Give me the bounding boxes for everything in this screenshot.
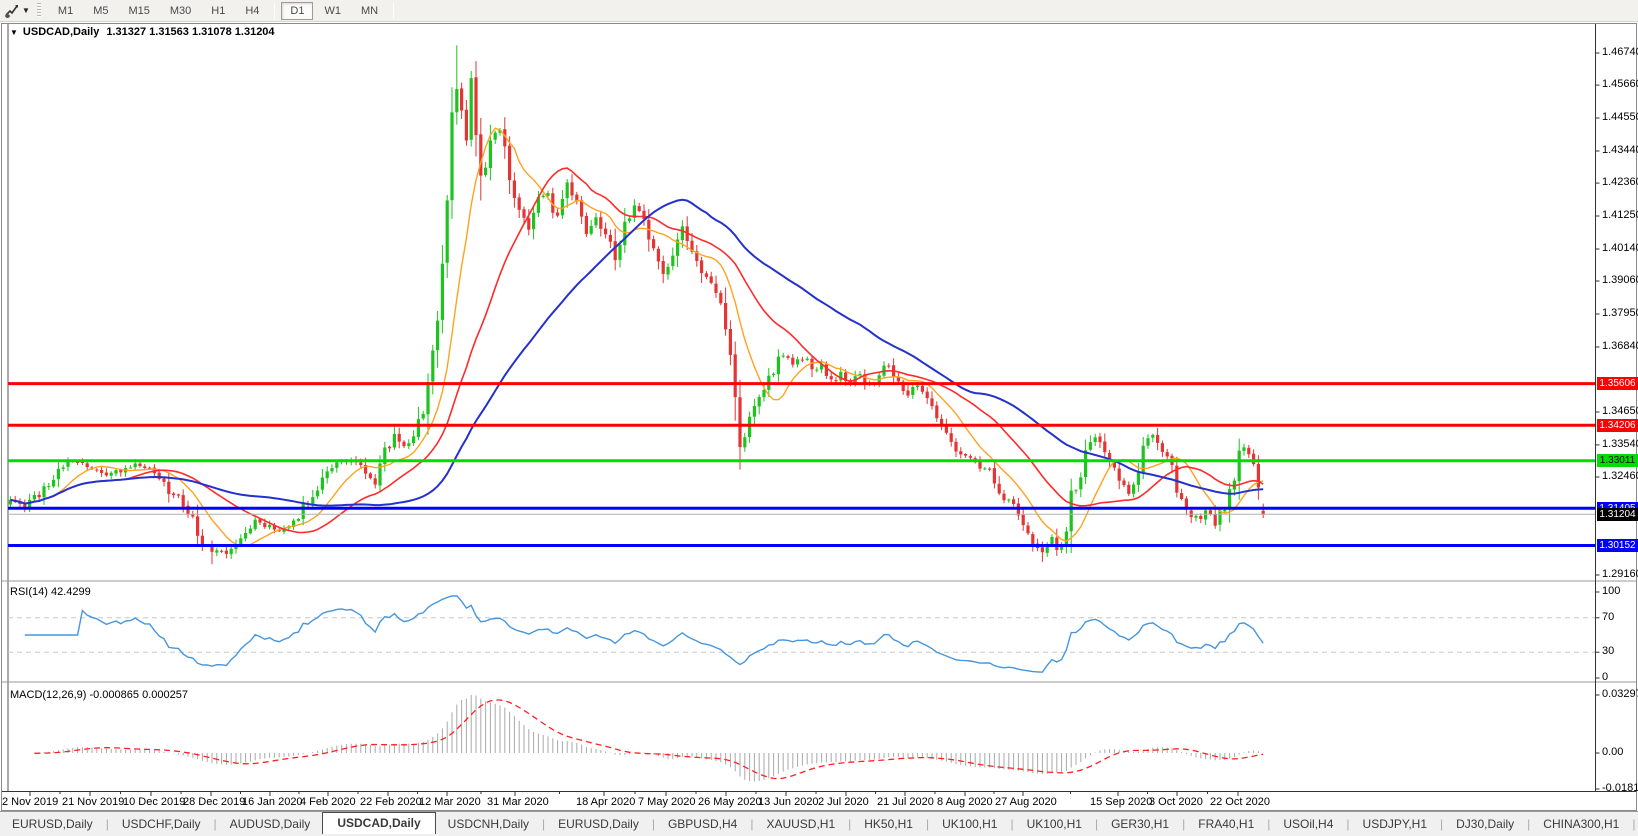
chart-tab-usdcad-daily[interactable]: USDCAD,Daily	[322, 812, 436, 834]
price-level-badge-1.33011: 1.33011	[1597, 454, 1638, 468]
date-tick-label: 2 Jul 2020	[818, 796, 869, 808]
price-tick-label: 1.29160	[1602, 568, 1638, 580]
date-tick-label: 4 Feb 2020	[300, 796, 356, 808]
price-tick-label: 1.37950	[1602, 307, 1638, 319]
dropdown-arrow-icon[interactable]: ▼	[22, 6, 30, 15]
price-tick-label: 1.40140	[1602, 241, 1638, 254]
collapse-arrow-icon[interactable]: ▼	[10, 28, 18, 37]
chart-tab-china300-h1[interactable]: CHINA300,H1	[1531, 815, 1631, 833]
date-tick-label: 18 Apr 2020	[576, 796, 636, 808]
chart-tab-usdjpy-h1[interactable]: USDJPY,H1	[1351, 815, 1439, 833]
date-tick-label: 27 Aug 2020	[995, 796, 1057, 808]
pointer-tool-icon[interactable]	[0, 3, 21, 18]
chart-tab-usdcnh-daily[interactable]: USDCNH,Daily	[436, 815, 541, 833]
price-tick-label: 1.33540	[1602, 437, 1638, 450]
mt4-window: ▼ M1 M5 M15 M30 H1 H4 D1 W1 MN ▼ USDCAD,Daily 1.…	[0, 0, 1638, 836]
price-tick-label: 1.32460	[1602, 470, 1638, 482]
toolbar-grip[interactable]	[36, 3, 41, 18]
timeframe-button-d1[interactable]: D1	[281, 1, 314, 20]
price-tick-label: 1.36840	[1602, 339, 1638, 352]
date-tick-label: 22 Oct 2020	[1210, 796, 1270, 808]
price-tick-label: 1.44550	[1602, 111, 1638, 124]
date-tick-label: 16 Jan 2020	[242, 796, 303, 808]
symbol-header: ▼ USDCAD,Daily 1.31327 1.31563 1.31078 1…	[10, 26, 275, 38]
rsi-label: RSI(14) 42.4299	[10, 586, 91, 598]
chart-tab-audusd-daily[interactable]: AUDUSD,Daily	[218, 815, 323, 833]
chart-tab-dj30-daily[interactable]: DJ30,Daily	[1444, 815, 1526, 833]
date-tick-label: 21 Jul 2020	[877, 796, 934, 808]
macd-tick-label: -0.018154	[1602, 782, 1638, 794]
chart-tab-xauusd-h1[interactable]: XAUUSD,H1	[754, 815, 847, 833]
rsi-tick-label: 30	[1602, 645, 1615, 658]
chart-tab-ger30-h1[interactable]: GER30,H1	[1099, 815, 1181, 833]
toolbar-separator	[274, 2, 276, 19]
rsi-tick-label: 100	[1602, 585, 1621, 597]
price-tick-label: 1.45660	[1602, 78, 1638, 91]
chart-tab-uk100-h1[interactable]: UK100,H1	[930, 815, 1009, 833]
timeframe-button-h4[interactable]: H4	[236, 2, 268, 20]
date-tick-label: 10 Dec 2019	[123, 796, 186, 808]
chart-tab-eurusd-daily[interactable]: EURUSD,Daily	[546, 815, 651, 833]
macd-tick-label: 0.00	[1602, 746, 1624, 758]
price-level-badge-1.35606: 1.35606	[1597, 377, 1638, 391]
chart-area[interactable]	[1, 23, 1637, 811]
rsi-tick-label: 70	[1602, 610, 1615, 623]
timeframe-button-m15[interactable]: M15	[119, 2, 158, 20]
timeframe-button-mn[interactable]: MN	[352, 2, 387, 20]
date-tick-label: 31 Mar 2020	[487, 796, 549, 808]
current-price-badge: 1.31204	[1597, 507, 1638, 521]
price-tick-label: 1.46740	[1602, 46, 1638, 58]
price-level-badge-1.34206: 1.34206	[1597, 418, 1638, 432]
symbol-name: USDCAD,Daily	[22, 26, 100, 38]
macd-tick-label: 0.032972	[1602, 688, 1638, 700]
timeframe-button-m30[interactable]: M30	[161, 2, 200, 20]
symbol-tabbar: EURUSD,Daily | USDCHF,Daily | AUDUSD,Daily US…	[0, 811, 1638, 836]
price-tick-label: 1.34650	[1602, 404, 1638, 417]
chart-tab-hk50-h1[interactable]: HK50,H1	[852, 815, 925, 833]
chart-tab-eurusd-daily[interactable]: EURUSD,Daily	[0, 815, 105, 833]
chart-tab-fra40-h1[interactable]: FRA40,H1	[1186, 815, 1266, 833]
date-tick-label: 26 May 2020	[698, 796, 762, 808]
date-tick-label: 7 May 2020	[638, 796, 696, 808]
macd-label: MACD(12,26,9) -0.000865 0.000257	[10, 689, 188, 701]
date-tick-label: 15 Sep 2020	[1090, 796, 1153, 808]
chart-tab-uk100-h1[interactable]: UK100,H1	[1015, 815, 1094, 833]
price-tick-label: 1.43440	[1602, 143, 1638, 156]
date-tick-label: 3 Oct 2020	[1149, 796, 1203, 808]
date-tick-label: 28 Dec 2019	[183, 796, 246, 808]
timeframe-button-m1[interactable]: M1	[49, 2, 82, 20]
date-tick-label: 2 Nov 2019	[2, 796, 59, 808]
date-tick-label: 21 Nov 2019	[62, 796, 125, 808]
price-tick-label: 1.39060	[1602, 274, 1638, 287]
timeframe-button-m5[interactable]: M5	[84, 2, 117, 20]
chart-tab-usdchf-daily[interactable]: USDCHF,Daily	[110, 815, 213, 833]
price-level-badge-1.30152: 1.30152	[1597, 539, 1638, 553]
price-tick-label: 1.41250	[1602, 209, 1638, 221]
chart-tab-gbpusd-h4[interactable]: GBPUSD,H4	[656, 815, 749, 833]
ohlc-values: 1.31327 1.31563 1.31078 1.31204	[106, 26, 275, 38]
date-tick-label: 22 Feb 2020	[360, 796, 422, 808]
toolbar-separator	[393, 2, 395, 19]
price-tick-label: 1.42360	[1602, 176, 1638, 189]
date-tick-label: 8 Aug 2020	[937, 796, 993, 808]
date-tick-label: 12 Mar 2020	[419, 796, 481, 808]
timeframe-button-h1[interactable]: H1	[202, 2, 234, 20]
rsi-tick-label: 0	[1602, 671, 1609, 683]
date-tick-label: 13 Jun 2020	[758, 796, 819, 808]
timeframe-button-w1[interactable]: W1	[315, 2, 350, 20]
timeframe-toolbar: ▼ M1 M5 M15 M30 H1 H4 D1 W1 MN	[0, 0, 1638, 22]
chart-tab-usoil-h4[interactable]: USOil,H4	[1271, 815, 1345, 833]
